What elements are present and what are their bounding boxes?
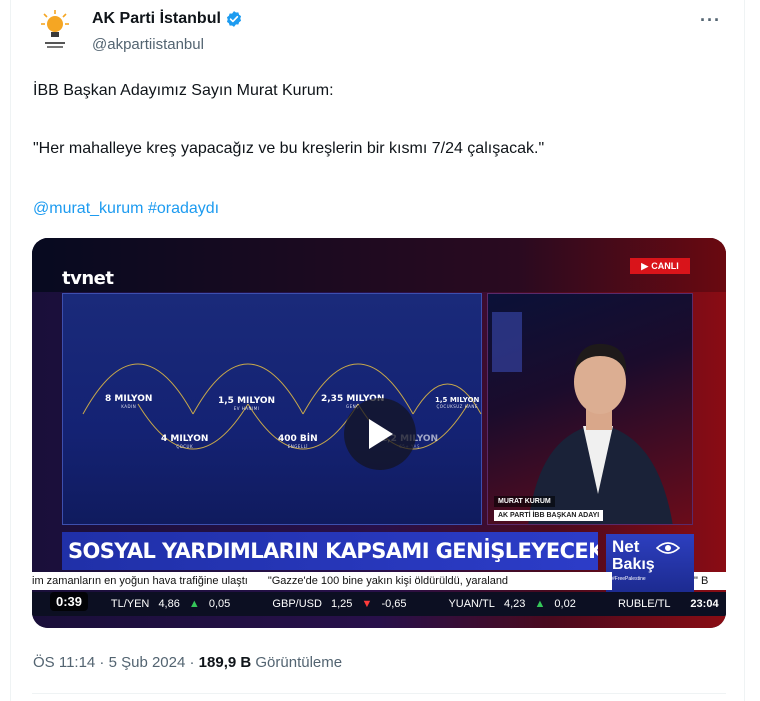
stat-value: 1,5 MILYON	[218, 396, 276, 406]
program-hashtag: #FreePalestine	[612, 576, 646, 582]
avatar[interactable]	[40, 10, 70, 56]
stat-item: 1,5 MILYON EV HANIMI	[218, 396, 275, 411]
stat-label: KADIN	[121, 404, 137, 409]
stat-item: 400 BİN ENGELLİ	[278, 434, 318, 449]
tweet-text-line-1: İBB Başkan Adayımız Sayın Murat Kurum:	[33, 82, 334, 99]
more-options-icon[interactable]: ···	[700, 10, 721, 31]
program-logo: Net Bakış #FreePalestine	[606, 534, 694, 594]
market-item: GBP/USD 1,25 ▼ -0,65	[272, 598, 407, 610]
stat-item: 4 MILYON ÇOCUK	[161, 434, 208, 449]
tweet-text-quote: "Her mahalleye kreş yapacağız ve bu kreş…	[33, 140, 545, 157]
tweet-meta: ÖS 11:14 · 5 Şub 2024 · 189,9 B Görüntül…	[33, 654, 342, 671]
broadcast-clock: 23:04	[683, 592, 726, 616]
view-count: 189,9 B	[198, 654, 252, 671]
stat-label: ENGELLİ	[287, 444, 308, 449]
live-badge: ▶ CANLI	[630, 258, 690, 274]
speaker-video-frame	[487, 293, 693, 525]
verified-badge-icon	[226, 11, 241, 27]
news-headline: SOSYAL YARDIMLARIN KAPSAMI GENİŞLEYECEK …	[62, 532, 598, 570]
speaker-figure	[492, 312, 673, 524]
stat-label: EV HANIMI	[233, 406, 260, 411]
hashtag-link[interactable]: #oradaydı	[148, 200, 219, 217]
eye-icon	[656, 542, 680, 554]
play-icon	[369, 419, 393, 449]
program-logo-line-1: Net	[612, 537, 640, 556]
program-logo-line-2: Bakış	[612, 556, 655, 573]
market-item: RUBLE/TL	[617, 598, 671, 610]
views-label: Görüntüleme	[251, 654, 343, 671]
video-top-bar	[32, 238, 726, 292]
live-dot-icon: ▶	[641, 260, 649, 271]
tweet-links: @murat_kurum #oradaydı	[33, 200, 219, 218]
arrow-down-icon: ▼	[361, 598, 373, 610]
lightbulb-logo-icon	[41, 10, 69, 48]
market-item: TL/YEN 4,86 ▲ 0,05	[110, 598, 231, 610]
live-badge-label: CANLI	[651, 261, 679, 271]
play-button[interactable]	[344, 398, 416, 470]
ticker-item: im zamanların en yoğun hava trafiğine ul…	[32, 575, 248, 587]
news-ticker: im zamanların en yoğun hava trafiğine ul…	[32, 572, 612, 590]
account-name-row[interactable]: AK Parti İstanbul	[92, 10, 243, 28]
timestamp[interactable]: ÖS 11:14 · 5 Şub 2024 ·	[33, 654, 199, 671]
ticker-item-end: " B	[694, 572, 726, 590]
arrow-up-icon: ▲	[188, 598, 200, 610]
channel-logo: tvnet	[62, 268, 114, 289]
stat-value: 1,5 MILYON	[435, 396, 480, 404]
video-player[interactable]: tvnet ▶ CANLI 8 MILYON KADIN 4 MILYON ÇOCU…	[32, 238, 726, 628]
market-item: YUAN/TL 4,23 ▲ 0,02	[448, 598, 576, 610]
mention-link[interactable]: @murat_kurum	[33, 200, 144, 217]
arrow-up-icon: ▲	[534, 598, 546, 610]
stat-label: ÇOCUKSUZ HANE	[436, 404, 478, 409]
video-duration: 0:39	[50, 592, 89, 611]
divider	[32, 693, 726, 694]
market-ticker: TL/YEN 4,86 ▲ 0,05 GBP/USD 1,25 ▼ -0,65 …	[32, 592, 726, 616]
stat-value: 8 MILYON	[105, 394, 153, 404]
stat-value: 4 MILYON	[161, 434, 209, 444]
stat-item: 8 MILYON KADIN	[105, 394, 152, 409]
infographic-panel: 8 MILYON KADIN 4 MILYON ÇOCUK 1,5 MILYON EV…	[62, 293, 482, 525]
stat-value: 400 BİN	[278, 434, 318, 444]
stat-item: 1,5 MILYON ÇOCUKSUZ HANE	[435, 396, 479, 409]
handle[interactable]: @akpartiistanbul	[92, 36, 204, 53]
lower-third-title: AK PARTİ İBB BAŞKAN ADAYI	[494, 510, 604, 521]
display-name[interactable]: AK Parti İstanbul	[92, 10, 221, 28]
stat-label: ÇOCUK	[176, 444, 194, 449]
lower-third-name: MURAT KURUM	[494, 496, 555, 507]
ticker-item: "Gazze'de 100 bine yakın kişi öldürüldü,…	[267, 575, 509, 587]
